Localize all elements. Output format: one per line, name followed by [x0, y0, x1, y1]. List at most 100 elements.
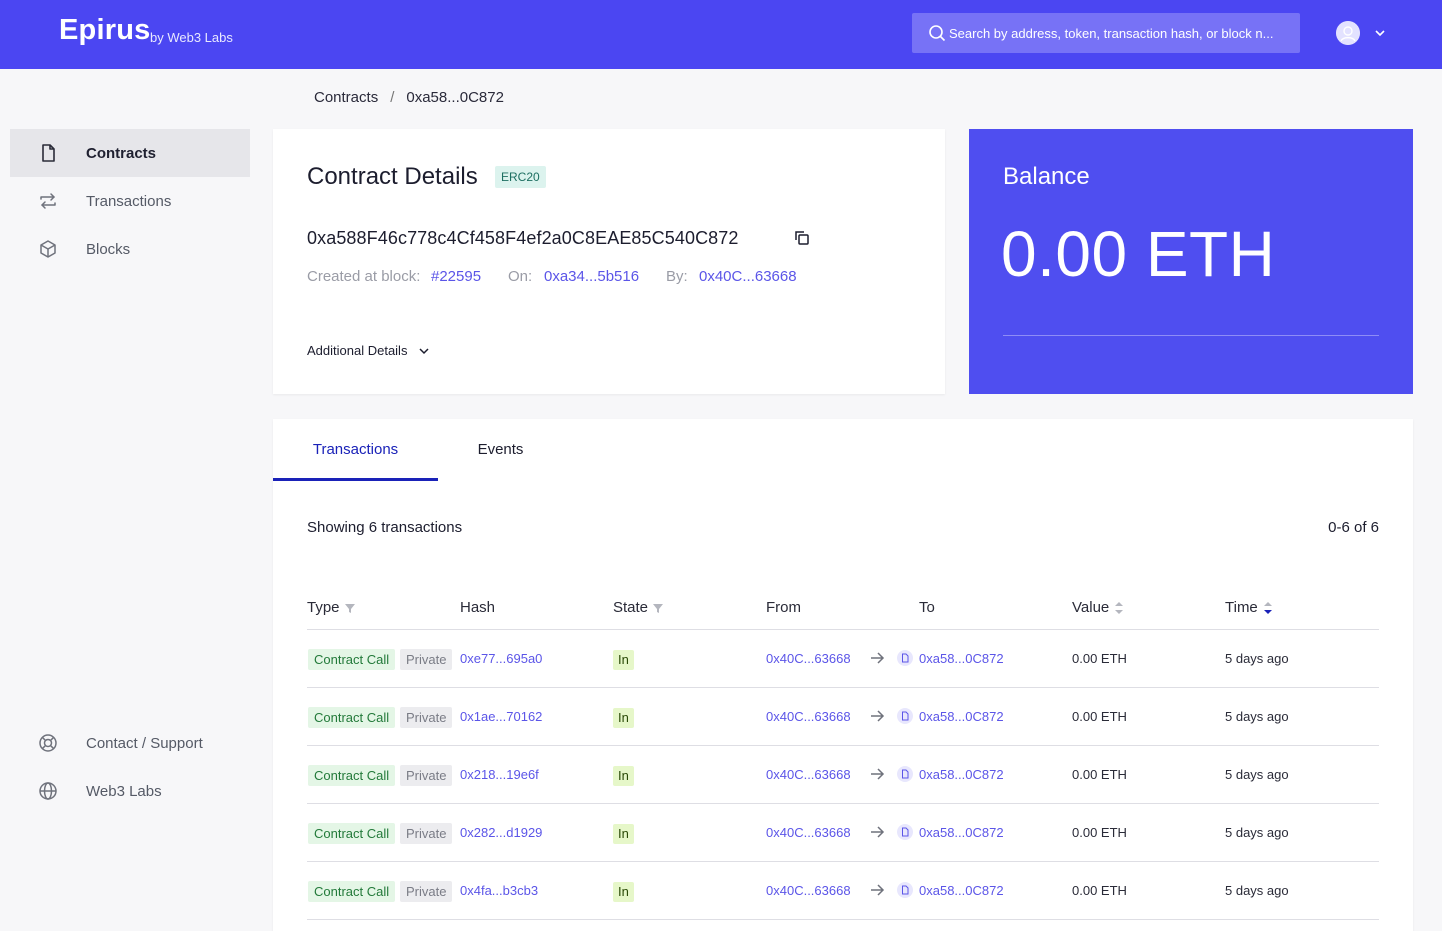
column-time-label: Time: [1225, 599, 1258, 616]
tx-hash-link[interactable]: 0x4fa...b3cb3: [460, 883, 538, 898]
tx-hash-link[interactable]: 0x282...d1929: [460, 825, 542, 840]
breadcrumb-contracts[interactable]: Contracts: [314, 89, 378, 106]
on-tx-link[interactable]: 0xa34...5b516: [544, 268, 639, 285]
created-label: Created at block:: [307, 268, 421, 285]
sidebar-item-label: Contracts: [86, 144, 157, 162]
globe-icon: [39, 782, 57, 800]
table-row[interactable]: Contract Call Private 0x282...d1929 In 0…: [307, 804, 1379, 862]
sidebar-item-contracts[interactable]: Contracts: [10, 129, 250, 177]
sidebar-item-label: Blocks: [86, 240, 131, 258]
tx-hash-link[interactable]: 0xe77...695a0: [460, 651, 542, 666]
column-type[interactable]: Type: [307, 599, 355, 616]
breadcrumb-separator: /: [390, 89, 395, 106]
table-row[interactable]: Contract Call Private 0x218...19e6f In 0…: [307, 746, 1379, 804]
from-address-link[interactable]: 0x40C...63668: [766, 883, 851, 898]
tx-hash-link[interactable]: 0x1ae...70162: [460, 709, 542, 724]
sidebar-item-web3-labs[interactable]: Web3 Labs: [10, 767, 250, 815]
arrow-right-icon: [871, 826, 885, 838]
private-badge: Private: [400, 823, 453, 844]
to-address-link[interactable]: 0xa58...0C872: [919, 651, 1004, 666]
table-row[interactable]: Contract Call Private 0x4fa...b3cb3 In 0…: [307, 862, 1379, 920]
file-icon: [42, 144, 55, 162]
transactions-count: Showing 6 transactions: [307, 519, 463, 536]
state-badge: In: [613, 882, 634, 902]
logo-subtitle: by Web3 Labs: [150, 30, 233, 45]
type-badge: Contract Call: [308, 881, 396, 902]
tx-hash-link[interactable]: 0x218...19e6f: [460, 767, 539, 782]
type-badge: Contract Call: [308, 649, 396, 670]
created-block-link[interactable]: #22595: [431, 268, 481, 285]
swap-icon: [40, 193, 56, 209]
sidebar-item-label: Transactions: [86, 192, 172, 210]
type-badge: Contract Call: [308, 765, 396, 786]
contract-icon: [897, 824, 913, 840]
tab-transactions[interactable]: Transactions: [273, 419, 438, 481]
state-badge: In: [613, 650, 634, 670]
value-cell: 0.00 ETH: [1072, 709, 1127, 724]
sort-desc-icon[interactable]: [1263, 600, 1273, 616]
time-cell: 5 days ago: [1225, 825, 1289, 840]
state-badge: In: [613, 766, 634, 786]
sidebar-item-contact-support[interactable]: Contact / Support: [10, 719, 250, 767]
column-value[interactable]: Value: [1072, 599, 1124, 616]
private-badge: Private: [400, 649, 453, 670]
user-icon: [1336, 21, 1360, 45]
to-address-link[interactable]: 0xa58...0C872: [919, 883, 1004, 898]
creator-link[interactable]: 0x40C...63668: [699, 268, 797, 285]
tab-events[interactable]: Events: [438, 419, 563, 480]
contract-icon: [897, 882, 913, 898]
column-from: From: [766, 599, 801, 616]
arrow-right-icon: [871, 768, 885, 780]
logo[interactable]: Epirus: [59, 14, 150, 47]
on-label: On:: [508, 268, 533, 285]
contract-icon: [897, 766, 913, 782]
value-cell: 0.00 ETH: [1072, 883, 1127, 898]
contract-title: Contract Details: [307, 163, 478, 190]
column-state[interactable]: State: [613, 599, 664, 616]
from-address-link[interactable]: 0x40C...63668: [766, 651, 851, 666]
sidebar-item-blocks[interactable]: Blocks: [10, 225, 250, 273]
table-row[interactable]: Contract Call Private 0xe77...695a0 In 0…: [307, 630, 1379, 688]
filter-icon[interactable]: [653, 602, 664, 614]
contract-icon: [897, 708, 913, 724]
sidebar-item-label: Contact / Support: [86, 734, 203, 752]
from-address-link[interactable]: 0x40C...63668: [766, 825, 851, 840]
chevron-down-icon[interactable]: [1373, 26, 1387, 40]
to-address-link[interactable]: 0xa58...0C872: [919, 709, 1004, 724]
type-badge: Contract Call: [308, 707, 396, 728]
sidebar-item-transactions[interactable]: Transactions: [10, 177, 250, 225]
additional-details-toggle[interactable]: Additional Details: [307, 343, 407, 358]
transactions-card: Transactions Events Showing 6 transactio…: [273, 419, 1413, 931]
column-hash: Hash: [460, 599, 495, 616]
arrow-right-icon: [871, 884, 885, 896]
to-address-link[interactable]: 0xa58...0C872: [919, 767, 1004, 782]
divider: [1003, 335, 1379, 336]
from-address-link[interactable]: 0x40C...63668: [766, 709, 851, 724]
contract-address: 0xa588F46c778c4Cf458F4ef2a0C8EAE85C540C8…: [307, 228, 739, 248]
state-badge: In: [613, 708, 634, 728]
copy-icon[interactable]: [793, 229, 811, 247]
time-cell: 5 days ago: [1225, 767, 1289, 782]
time-cell: 5 days ago: [1225, 709, 1289, 724]
column-hash-label: Hash: [460, 599, 496, 616]
time-cell: 5 days ago: [1225, 883, 1289, 898]
chevron-down-icon[interactable]: [417, 344, 431, 358]
search-input[interactable]: [949, 13, 1289, 53]
filter-icon[interactable]: [344, 602, 355, 614]
private-badge: Private: [400, 881, 453, 902]
balance-label: Balance: [1003, 163, 1090, 190]
breadcrumb-current: 0xa58...0C872: [406, 89, 504, 106]
contract-icon: [897, 650, 913, 666]
column-time[interactable]: Time: [1225, 599, 1273, 616]
arrow-right-icon: [871, 710, 885, 722]
sort-icon[interactable]: [1114, 600, 1124, 616]
balance-card: Balance 0.00 ETH: [969, 129, 1413, 394]
to-address-link[interactable]: 0xa58...0C872: [919, 825, 1004, 840]
search-box[interactable]: [912, 13, 1300, 53]
avatar[interactable]: [1336, 21, 1360, 45]
private-badge: Private: [400, 765, 453, 786]
search-icon: [929, 25, 946, 42]
table-row[interactable]: Contract Call Private 0x1ae...70162 In 0…: [307, 688, 1379, 746]
by-label: By:: [666, 268, 688, 285]
from-address-link[interactable]: 0x40C...63668: [766, 767, 851, 782]
